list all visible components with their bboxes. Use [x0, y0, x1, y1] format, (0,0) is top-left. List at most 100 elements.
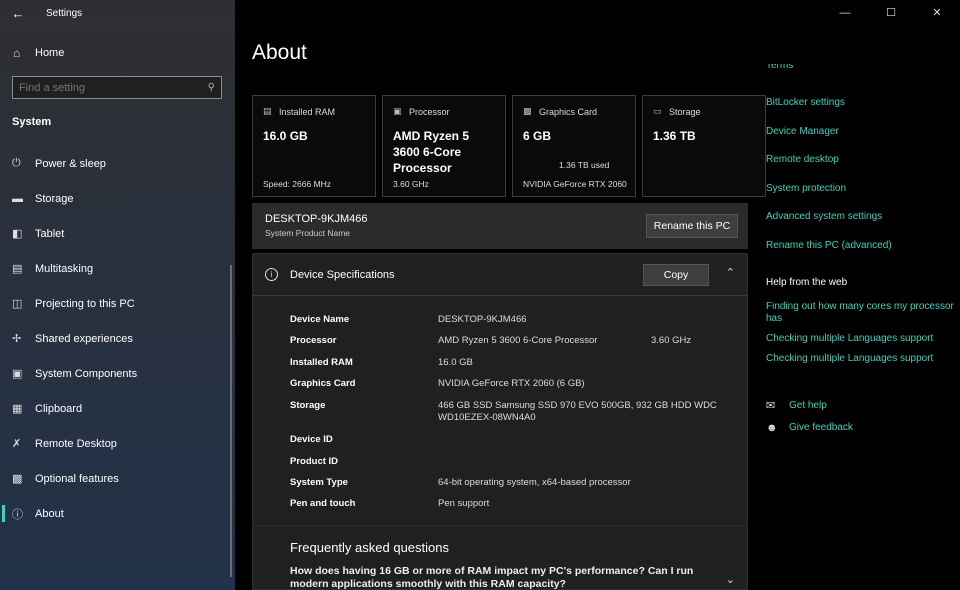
sidebar-item-optional-features[interactable]: ▩ Optional features [0, 461, 235, 496]
spec-label: Graphics Card [290, 378, 356, 390]
maximize-icon[interactable]: ☐ [868, 0, 914, 26]
spec-label: Processor [290, 335, 337, 347]
sidebar-item-storage[interactable]: ▬ Storage [0, 181, 235, 216]
spec-row: Device ID [290, 434, 730, 455]
give-feedback-action[interactable]: ☻ Give feedback [766, 417, 956, 439]
sidebar-item-power-sleep[interactable]: ⏻ Power & sleep [0, 146, 235, 181]
spec-value [438, 456, 730, 477]
get-help-link[interactable]: Get help [789, 400, 827, 412]
spec-label: Device ID [290, 434, 333, 446]
search-box[interactable]: ⚲ [12, 76, 222, 99]
card-label: Graphics Card [539, 106, 598, 117]
home-label: Home [35, 47, 65, 59]
chevron-down-icon[interactable]: ⌄ [726, 573, 735, 586]
advanced-system-settings-link[interactable]: Advanced system settings [766, 211, 956, 240]
components-icon: ▣ [12, 368, 23, 380]
card-label: Processor [409, 106, 450, 117]
home-link[interactable]: ⌂ Home [0, 38, 235, 68]
sidebar-item-label: Tablet [35, 227, 65, 240]
ram-icon: ▤ [263, 106, 272, 116]
sidebar-item-label: Optional features [35, 472, 119, 485]
spec-value: 466 GB SSD Samsung SSD 970 EVO 500GB, 93… [438, 399, 717, 423]
chevron-up-icon[interactable]: ⌃ [726, 266, 735, 279]
info-icon: ⓘ [12, 508, 23, 521]
close-icon[interactable]: ✕ [914, 0, 960, 26]
sidebar-item-tablet[interactable]: ◧ Tablet [0, 216, 235, 251]
spec-extra: 3.60 GHz [651, 335, 692, 347]
spec-row: Pen and touch Pen support [290, 498, 730, 519]
tablet-icon: ◧ [12, 228, 23, 240]
home-icon: ⌂ [13, 46, 21, 60]
power-icon: ⏻ [12, 157, 21, 169]
sidebar-item-label: Shared experiences [35, 332, 133, 345]
multitasking-icon: ▤ [12, 263, 23, 275]
web-links: Finding out how many cores my processor … [766, 301, 956, 365]
give-feedback-link[interactable]: Give feedback [789, 422, 853, 434]
terms-link[interactable]: Terms [766, 64, 956, 72]
spec-row: Installed RAM 16.0 GB [290, 357, 730, 378]
specs-header[interactable]: i Device Specifications Copy ⌃ [253, 254, 747, 296]
sidebar-item-about[interactable]: ⓘ About [0, 496, 235, 531]
rename-pc-advanced-link[interactable]: Rename this PC (advanced) [766, 240, 956, 269]
copy-button[interactable]: Copy [643, 264, 709, 286]
sidebar-item-shared-experiences[interactable]: ✢ Shared experiences [0, 321, 235, 356]
system-protection-link[interactable]: System protection [766, 183, 956, 212]
remote-desktop-link[interactable]: Remote desktop [766, 154, 956, 183]
processor-icon: ▣ [393, 106, 402, 116]
card-storage: ▭ Storage 1.36 TB 1.36 TB used [559, 95, 766, 197]
search-icon[interactable]: ⚲ [208, 82, 215, 93]
sidebar-item-label: Storage [35, 192, 74, 205]
projecting-icon: ◫ [12, 298, 23, 310]
sidebar-item-label: System Components [35, 367, 138, 380]
spec-table: Device Name DESKTOP-9KJM466 Processor AMD … [290, 314, 730, 520]
related-links: BitLocker settings Device Manager Remote… [766, 97, 956, 269]
card-value: 6 GB [523, 129, 552, 143]
sidebar-item-label: Clipboard [35, 402, 83, 415]
sidebar-item-label: Power & sleep [35, 157, 106, 170]
languages-link[interactable]: Checking multiple Languages support [766, 353, 956, 365]
spec-row: Graphics Card NVIDIA GeForce RTX 2060 (6 … [290, 378, 730, 399]
title-bar: ← Settings [0, 0, 235, 26]
languages-link[interactable]: Checking multiple Languages support [766, 333, 956, 345]
faq-title: Frequently asked questions [290, 540, 449, 555]
spec-label: Storage [290, 399, 326, 411]
sidebar-item-system-components[interactable]: ▣ System Components [0, 356, 235, 391]
faq-question[interactable]: How does having 16 GB or more of RAM imp… [290, 565, 715, 590]
nav-group-title: System [12, 116, 52, 128]
info-icon: i [265, 268, 278, 281]
rename-pc-button[interactable]: Rename this PC [646, 214, 738, 238]
device-manager-link[interactable]: Device Manager [766, 126, 956, 155]
card-ram: ▤ Installed RAM 16.0 GB Speed: 2666 MHz [252, 95, 376, 197]
app-title: Settings [46, 7, 83, 19]
card-sub: 1.36 TB used [559, 160, 610, 170]
sidebar-item-projecting[interactable]: ◫ Projecting to this PC [0, 286, 235, 321]
back-arrow-icon[interactable]: ← [0, 6, 36, 21]
spec-value: 16.0 GB [438, 356, 473, 368]
related-settings: Terms BitLocker settings Device Manager … [766, 64, 956, 439]
get-help-action[interactable]: ✉ Get help [766, 395, 956, 417]
search-input[interactable] [19, 81, 208, 94]
card-sub: Speed: 2666 MHz [263, 179, 332, 189]
bitlocker-link[interactable]: BitLocker settings [766, 97, 956, 126]
help-actions: ✉ Get help ☻ Give feedback [766, 395, 956, 439]
card-sub: 3.60 GHz [393, 179, 429, 189]
cores-link[interactable]: Finding out how many cores my processor … [766, 301, 956, 325]
spec-value: NVIDIA GeForce RTX 2060 (6 GB) [438, 378, 585, 390]
sidebar-item-label: Projecting to this PC [35, 297, 135, 310]
specs-title: Device Specifications [290, 268, 395, 281]
sidebar-item-multitasking[interactable]: ▤ Multitasking [0, 251, 235, 286]
window-controls: — ☐ ✕ [822, 0, 960, 26]
graphics-card-icon: ▩ [523, 106, 532, 116]
page-title: About [252, 41, 307, 64]
cut-link-wrapper: Terms [766, 64, 956, 74]
minimize-icon[interactable]: — [822, 0, 868, 26]
spec-row: Device Name DESKTOP-9KJM466 [290, 314, 730, 335]
sidebar-item-clipboard[interactable]: ▦ Clipboard [0, 391, 235, 426]
device-specifications-panel: i Device Specifications Copy ⌃ Device Na… [252, 253, 748, 526]
sidebar-item-label: Remote Desktop [35, 437, 117, 450]
summary-cards: ▤ Installed RAM 16.0 GB Speed: 2666 MHz ▣… [252, 95, 766, 197]
sidebar: ← Settings ⌂ Home ⚲ System ⏻ Power & slee… [0, 0, 235, 590]
sidebar-scrollbar[interactable] [230, 265, 232, 577]
storage-icon: ▬ [12, 192, 23, 205]
sidebar-item-remote-desktop[interactable]: ✗ Remote Desktop [0, 426, 235, 461]
